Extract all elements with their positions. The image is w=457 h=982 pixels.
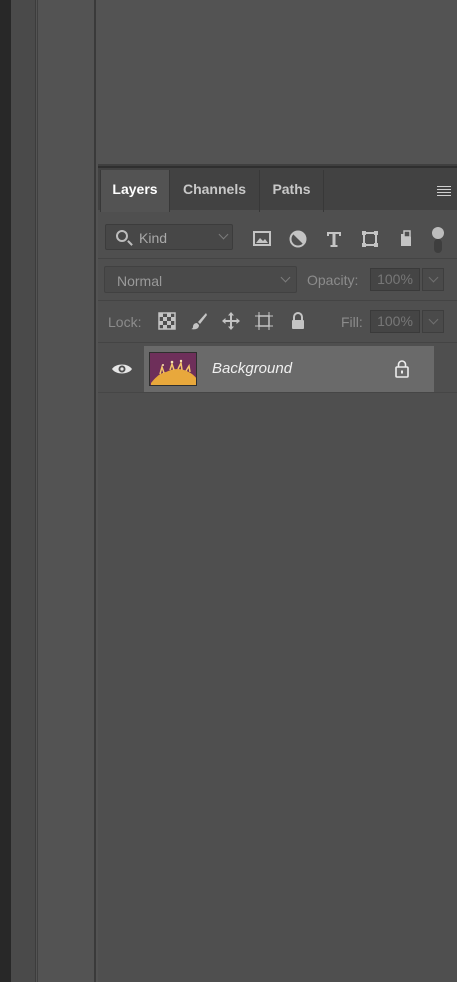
lock-image-pixels-icon[interactable]: [189, 311, 209, 331]
smart-object-filter-icon[interactable]: [395, 228, 417, 250]
shape-filter-icon[interactable]: [359, 228, 381, 250]
layer-filter-row: Kind: [98, 218, 457, 254]
panel-tab-bar: Layers Channels Paths: [98, 166, 457, 212]
panel-menu-icon[interactable]: [437, 186, 451, 196]
filter-kind-select[interactable]: Kind: [105, 224, 233, 250]
fill-field[interactable]: 100%: [370, 310, 420, 333]
tab-channels[interactable]: Channels: [170, 170, 260, 212]
lock-row: Lock: Fill: 100%: [98, 304, 457, 338]
filter-toggle-switch[interactable]: [431, 227, 445, 255]
filter-kind-label: Kind: [139, 230, 168, 246]
adjustment-filter-icon[interactable]: [287, 228, 309, 250]
opacity-field[interactable]: 100%: [370, 268, 420, 291]
opacity-dropdown-button[interactable]: [422, 268, 444, 291]
layer-lock-icon: [394, 359, 410, 378]
divider: [98, 342, 457, 343]
left-edge-strip: [0, 0, 11, 982]
divider: [98, 258, 457, 259]
lock-all-icon[interactable]: [288, 311, 308, 331]
lock-transparent-pixels-icon[interactable]: [157, 311, 177, 331]
chevron-down-icon: [428, 272, 439, 283]
eye-icon[interactable]: [108, 360, 136, 378]
layer-name[interactable]: Background: [212, 360, 292, 377]
lock-label: Lock:: [108, 314, 142, 330]
tab-layers[interactable]: Layers: [100, 170, 170, 212]
chevron-down-icon: [428, 314, 439, 325]
blend-mode-select[interactable]: Normal: [104, 266, 297, 293]
fill-dropdown-button[interactable]: [422, 310, 444, 333]
toolbar-column: [11, 0, 36, 982]
divider: [98, 300, 457, 301]
tab-paths[interactable]: Paths: [260, 170, 324, 212]
layers-panel: Layers Channels Paths Kind Normal Opacit…: [98, 166, 457, 982]
fill-label: Fill:: [341, 314, 363, 330]
image-filter-icon[interactable]: [251, 228, 273, 250]
search-icon: [116, 230, 128, 242]
layer-item-background[interactable]: Background: [144, 346, 434, 392]
chevron-down-icon: [280, 272, 291, 283]
opacity-label: Opacity:: [307, 272, 359, 288]
divider: [98, 392, 457, 393]
lock-position-icon[interactable]: [221, 311, 241, 331]
layer-thumbnail: [149, 352, 197, 386]
layer-row[interactable]: Background: [98, 346, 434, 392]
lock-artboard-icon[interactable]: [254, 311, 274, 331]
chevron-down-icon: [218, 229, 229, 240]
collapsed-panel-dock: [37, 0, 96, 982]
type-filter-icon[interactable]: [323, 228, 345, 250]
blend-mode-value: Normal: [117, 273, 163, 289]
upper-panel-area: [98, 0, 457, 166]
blend-row: Normal Opacity: 100%: [98, 262, 457, 296]
